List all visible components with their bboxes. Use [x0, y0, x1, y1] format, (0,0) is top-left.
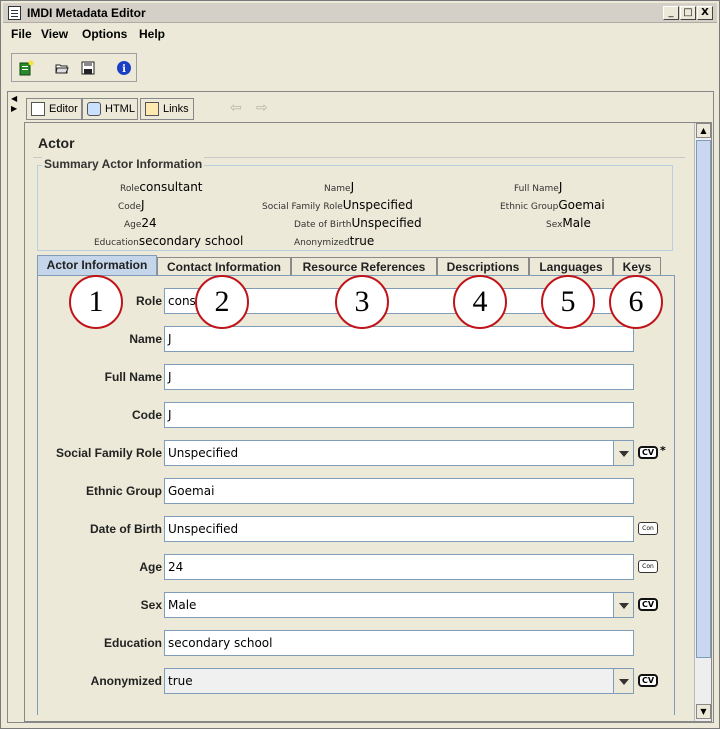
- sex-label: Sex: [140, 598, 162, 612]
- browser-icon: [87, 102, 101, 116]
- code-field[interactable]: J: [164, 402, 634, 428]
- date-of-birth-label: Date of Birth: [90, 522, 162, 536]
- summary-ethnic-group: Ethnic GroupGoemai: [500, 198, 605, 212]
- summary-role: Roleconsultant: [120, 180, 203, 194]
- save-icon[interactable]: [80, 60, 96, 76]
- sex-value: Male: [168, 598, 197, 612]
- maximize-button[interactable]: □: [680, 6, 696, 20]
- tab-html-label: HTML: [105, 103, 135, 115]
- actor-heading: Actor: [38, 135, 75, 151]
- back-arrow-icon[interactable]: ⇦: [230, 100, 242, 116]
- info-icon[interactable]: i: [116, 60, 132, 76]
- summary-title: Summary Actor Information: [42, 157, 205, 171]
- scroll-up-icon[interactable]: ▲: [696, 123, 711, 138]
- ethnic-group-label: Ethnic Group: [86, 484, 162, 498]
- callout-3: 3: [335, 275, 389, 329]
- chevron-down-icon[interactable]: [613, 593, 633, 617]
- summary-age: Age24: [124, 216, 157, 230]
- summary-panel: Summary Actor Information Roleconsultant…: [37, 157, 673, 251]
- tab-languages[interactable]: Languages: [529, 257, 613, 277]
- minimize-button[interactable]: _: [663, 6, 679, 20]
- anonymized-select[interactable]: true: [164, 668, 634, 694]
- summary-full-name: Full NameJ: [514, 180, 563, 194]
- main-pane: ◀ ▶ Editor HTML Links ⇦ ⇨ Actor Summary …: [7, 91, 714, 723]
- date-of-birth-field[interactable]: Unspecified: [164, 516, 634, 542]
- collapse-left-icon[interactable]: ◀: [11, 94, 17, 103]
- scroll-thumb[interactable]: [696, 140, 711, 658]
- ethnic-group-field[interactable]: Goemai: [164, 478, 634, 504]
- cv-button[interactable]: CV: [638, 674, 658, 687]
- callout-4: 4: [453, 275, 507, 329]
- collapse-right-icon[interactable]: ▶: [11, 104, 17, 113]
- tab-contact-information[interactable]: Contact Information: [157, 257, 291, 277]
- social-family-role-label: Social Family Role: [55, 446, 162, 460]
- toolbar: i: [11, 53, 137, 82]
- cv-button[interactable]: CV: [638, 446, 658, 459]
- summary-social-family-role: Social Family RoleUnspecified: [262, 198, 413, 212]
- close-button[interactable]: X: [697, 6, 713, 20]
- required-marker: *: [660, 444, 666, 457]
- open-folder-icon[interactable]: [54, 60, 70, 76]
- editor-area: Actor Summary Actor Information Rolecons…: [24, 122, 712, 722]
- menu-options[interactable]: Options: [82, 27, 127, 41]
- tab-resource-references[interactable]: Resource References: [291, 257, 437, 277]
- links-icon: [145, 102, 159, 116]
- tab-editor[interactable]: Editor: [26, 98, 82, 120]
- tab-descriptions[interactable]: Descriptions: [437, 257, 529, 277]
- document-icon: [31, 102, 45, 116]
- code-label: Code: [132, 408, 162, 422]
- education-field[interactable]: secondary school: [164, 630, 634, 656]
- menu-bar: File View Options Help: [3, 25, 717, 45]
- menu-help[interactable]: Help: [139, 27, 165, 41]
- con-button[interactable]: Con: [638, 560, 658, 573]
- property-tabs: Actor Information Contact Information Re…: [37, 255, 677, 277]
- tab-editor-label: Editor: [49, 103, 78, 115]
- summary-sex: SexMale: [546, 216, 591, 230]
- app-window: IMDI Metadata Editor _ □ X File View Opt…: [0, 0, 720, 729]
- callout-2: 2: [195, 275, 249, 329]
- summary-name: NameJ: [324, 180, 355, 194]
- summary-code: CodeJ: [118, 198, 145, 212]
- age-label: Age: [139, 560, 162, 574]
- con-button[interactable]: Con: [638, 522, 658, 535]
- education-label: Education: [103, 636, 162, 650]
- chevron-down-icon[interactable]: [613, 669, 633, 693]
- sex-select[interactable]: Male: [164, 592, 634, 618]
- anonymized-value: true: [168, 674, 193, 688]
- summary-education: Educationsecondary school: [94, 234, 244, 248]
- callout-5: 5: [541, 275, 595, 329]
- vertical-scrollbar[interactable]: ▲ ▼: [694, 123, 711, 721]
- menu-file[interactable]: File: [11, 27, 32, 41]
- title-bar: IMDI Metadata Editor _ □ X: [3, 3, 717, 23]
- social-family-role-select[interactable]: Unspecified: [164, 440, 634, 466]
- actor-information-form: Role consu Name J Full Name J Code J Soc…: [37, 275, 675, 715]
- full-name-field[interactable]: J: [164, 364, 634, 390]
- summary-anonymized: Anonymizedtrue: [294, 234, 375, 248]
- tab-html[interactable]: HTML: [82, 98, 138, 120]
- role-label: Role: [135, 294, 162, 308]
- callout-1: 1: [69, 275, 123, 329]
- forward-arrow-icon[interactable]: ⇨: [256, 100, 268, 116]
- tab-links-label: Links: [163, 103, 189, 115]
- age-field[interactable]: 24: [164, 554, 634, 580]
- summary-date-of-birth: Date of BirthUnspecified: [294, 216, 422, 230]
- window-title: IMDI Metadata Editor: [27, 6, 146, 20]
- chevron-down-icon[interactable]: [613, 441, 633, 465]
- svg-text:i: i: [122, 64, 126, 75]
- cv-button[interactable]: CV: [638, 598, 658, 611]
- scroll-down-icon[interactable]: ▼: [696, 704, 711, 719]
- menu-view[interactable]: View: [41, 27, 68, 41]
- tab-links[interactable]: Links: [140, 98, 194, 120]
- anonymized-label: Anonymized: [90, 674, 162, 688]
- app-icon: [8, 6, 21, 20]
- tab-keys[interactable]: Keys: [613, 257, 661, 277]
- new-document-icon[interactable]: [18, 60, 34, 76]
- name-label: Name: [129, 332, 162, 346]
- name-field[interactable]: J: [164, 326, 634, 352]
- full-name-label: Full Name: [104, 370, 162, 384]
- tab-actor-information[interactable]: Actor Information: [37, 255, 157, 277]
- callout-6: 6: [609, 275, 663, 329]
- social-family-role-value: Unspecified: [168, 446, 239, 460]
